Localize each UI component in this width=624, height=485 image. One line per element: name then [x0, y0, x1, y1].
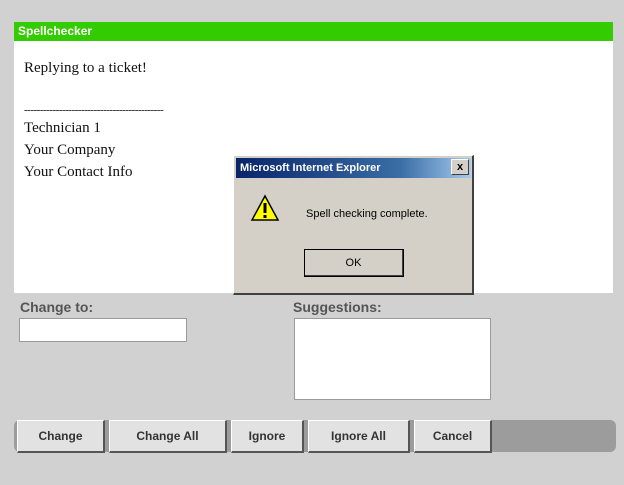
change-to-label: Change to: — [20, 299, 94, 315]
change-to-input[interactable] — [19, 318, 187, 342]
window-title: Spellchecker — [18, 24, 93, 38]
dialog-message: Spell checking complete. — [306, 208, 428, 220]
dialog-title-bar: Microsoft Internet Explorer — [236, 158, 471, 178]
suggestions-label: Suggestions: — [293, 299, 382, 315]
dialog-title: Microsoft Internet Explorer — [240, 162, 381, 174]
dialog-close-button[interactable]: x — [451, 159, 469, 175]
ignore-all-button[interactable]: Ignore All — [308, 420, 410, 453]
ignore-button[interactable]: Ignore — [231, 420, 304, 453]
dialog-ok-button[interactable]: OK — [304, 249, 404, 277]
cancel-button[interactable]: Cancel — [414, 420, 492, 453]
alert-dialog: Microsoft Internet Explorer x Spell chec… — [233, 155, 474, 295]
warning-icon — [250, 194, 280, 221]
change-button[interactable]: Change — [17, 420, 105, 453]
signature-name: Technician 1 — [24, 120, 101, 136]
message-line: Replying to a ticket! — [24, 60, 147, 76]
spellchecker-title-bar: Spellchecker — [14, 22, 613, 41]
change-all-button[interactable]: Change All — [109, 420, 227, 453]
suggestions-list[interactable] — [294, 318, 491, 400]
